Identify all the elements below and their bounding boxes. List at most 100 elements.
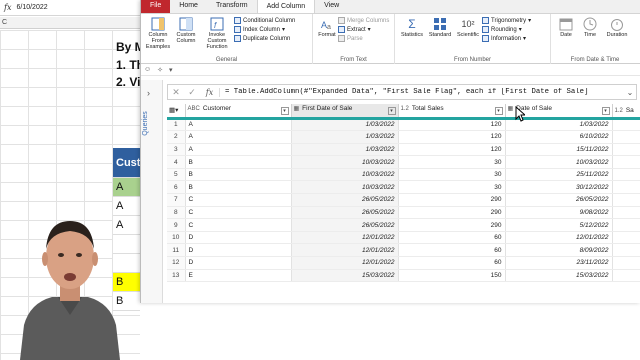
row-number[interactable]: 8 xyxy=(167,206,186,220)
cell-customer[interactable]: C xyxy=(185,193,292,207)
cell-first-date[interactable]: 1/03/2022 xyxy=(291,130,399,144)
tab-transform[interactable]: Transform xyxy=(207,0,257,13)
parse-button[interactable]: Parse xyxy=(338,35,389,42)
tab-add-column[interactable]: Add Column xyxy=(256,0,316,13)
table-menu-button[interactable]: ▦▾ xyxy=(167,104,186,120)
cell-sales[interactable] xyxy=(612,193,640,207)
cell-first-date[interactable]: 26/05/2022 xyxy=(291,206,399,220)
cell-total-sales[interactable]: 150 xyxy=(398,269,506,283)
cell-customer[interactable]: D xyxy=(185,231,292,245)
cell-sales[interactable] xyxy=(612,269,640,283)
cell-total-sales[interactable]: 120 xyxy=(398,143,506,157)
row-number[interactable]: 7 xyxy=(167,193,186,207)
cell-sales[interactable] xyxy=(612,180,640,195)
excel-formula-bar[interactable]: fx 6/10/2022 xyxy=(0,0,140,16)
extract-button[interactable]: Extract ▾ xyxy=(338,26,389,33)
cell-date-of-sale[interactable]: 25/11/2022 xyxy=(505,168,613,182)
index-column-button[interactable]: Index Column ▾ xyxy=(234,26,295,33)
table-row[interactable]: 11 D 12/01/2022 60 8/09/2022 xyxy=(167,243,640,258)
column-header-customer[interactable]: ABC Customer ▾ xyxy=(185,104,292,120)
cell-sales[interactable] xyxy=(612,143,640,157)
table-row[interactable]: 6 B 10/03/2022 30 30/12/2022 xyxy=(167,180,640,195)
fx-icon[interactable]: fx xyxy=(200,87,220,97)
cell-sales[interactable] xyxy=(612,168,640,182)
cell-total-sales[interactable]: 120 xyxy=(398,118,506,132)
table-row[interactable]: 10 D 12/01/2022 60 12/01/2022 xyxy=(167,231,640,245)
cell-customer[interactable]: D xyxy=(185,256,292,270)
cell-total-sales[interactable]: 290 xyxy=(398,206,506,220)
cell-customer[interactable]: C xyxy=(185,206,292,220)
tab-file[interactable]: File xyxy=(141,0,171,13)
conditional-column-button[interactable]: Conditional Column xyxy=(234,17,295,24)
cell-date-of-sale[interactable]: 10/03/2022 xyxy=(505,155,613,169)
cell-first-date[interactable]: 15/03/2022 xyxy=(291,269,399,283)
cell-date-of-sale[interactable]: 9/08/2022 xyxy=(505,206,613,220)
cell-first-date[interactable]: 10/03/2022 xyxy=(291,180,399,195)
information-button[interactable]: Information ▾ xyxy=(482,35,531,42)
cell-date-of-sale[interactable]: 12/01/2022 xyxy=(505,231,613,245)
smiley-icon[interactable]: ☺ xyxy=(144,66,151,73)
cell-first-date[interactable]: 26/05/2022 xyxy=(291,218,399,232)
chevron-down-icon[interactable]: ⌄ xyxy=(624,88,636,97)
cell-customer[interactable]: C xyxy=(185,218,292,232)
cell-total-sales[interactable]: 30 xyxy=(398,155,506,169)
tab-view[interactable]: View xyxy=(315,0,348,13)
cell-first-date[interactable]: 12/01/2022 xyxy=(291,256,399,270)
table-row[interactable]: 3 A 1/03/2022 120 15/11/2022 xyxy=(167,143,640,157)
cell-total-sales[interactable]: 120 xyxy=(398,130,506,144)
formula-input[interactable]: = Table.AddColumn(#"Expanded Data", "Fir… xyxy=(220,88,624,96)
tab-home[interactable]: Home xyxy=(170,0,207,13)
cell-date-of-sale[interactable]: 23/11/2022 xyxy=(505,256,613,270)
column-header-first-date-of-sale[interactable]: ▦ First Date of Sale ▾ xyxy=(291,104,399,120)
cell-sales[interactable] xyxy=(612,256,640,270)
cell-first-date[interactable]: 1/03/2022 xyxy=(291,118,399,132)
table-row[interactable]: 2 A 1/03/2022 120 6/10/2022 xyxy=(167,130,640,144)
cell-total-sales[interactable]: 290 xyxy=(398,193,506,207)
cancel-icon[interactable]: ✕ xyxy=(168,87,184,98)
customize-qat-icon[interactable]: ▾ xyxy=(169,66,173,74)
filter-dropdown-icon[interactable]: ▾ xyxy=(601,107,610,115)
cell-first-date[interactable]: 12/01/2022 xyxy=(291,243,399,258)
table-row[interactable]: 4 B 10/03/2022 30 10/03/2022 xyxy=(167,155,640,169)
cell-total-sales[interactable]: 30 xyxy=(398,168,506,182)
table-row[interactable]: 5 B 10/03/2022 30 25/11/2022 xyxy=(167,168,640,182)
chevron-right-icon[interactable]: › xyxy=(147,88,150,98)
cell-sales[interactable] xyxy=(612,243,640,258)
cell-date-of-sale[interactable]: 6/10/2022 xyxy=(505,130,613,144)
cell-customer[interactable]: A xyxy=(185,118,292,132)
merge-columns-button[interactable]: Merge Columns xyxy=(338,17,389,24)
cell-first-date[interactable]: 26/05/2022 xyxy=(291,193,399,207)
rounding-button[interactable]: Rounding ▾ xyxy=(482,26,531,33)
cell-total-sales[interactable]: 30 xyxy=(398,180,506,195)
excel-table-header[interactable]: Cust xyxy=(113,148,140,178)
cell-total-sales[interactable]: 290 xyxy=(398,218,506,232)
row-number[interactable]: 6 xyxy=(167,180,186,195)
cell-customer[interactable]: A xyxy=(185,130,292,144)
cell-date-of-sale[interactable]: 5/12/2022 xyxy=(505,218,613,232)
row-number[interactable]: 5 xyxy=(167,168,186,182)
cell-sales[interactable] xyxy=(612,130,640,144)
row-number[interactable]: 1 xyxy=(167,118,186,132)
table-row[interactable]: 9 C 26/05/2022 290 5/12/2022 xyxy=(167,218,640,232)
cell-first-date[interactable]: 1/03/2022 xyxy=(291,143,399,157)
row-number[interactable]: 10 xyxy=(167,231,186,245)
table-row[interactable]: 8 C 26/05/2022 290 9/08/2022 xyxy=(167,206,640,220)
check-icon[interactable]: ✓ xyxy=(184,87,200,98)
cell-total-sales[interactable]: 60 xyxy=(398,243,506,258)
duplicate-column-button[interactable]: Duplicate Column xyxy=(234,35,295,42)
cell-total-sales[interactable]: 60 xyxy=(398,231,506,245)
cell-date-of-sale[interactable]: 30/12/2022 xyxy=(505,180,613,195)
column-header-sales[interactable]: 1.2 Sa xyxy=(612,104,640,120)
cell-customer[interactable]: B xyxy=(185,155,292,169)
cell-date-of-sale[interactable]: 15/03/2022 xyxy=(505,269,613,283)
filter-dropdown-icon[interactable]: ▾ xyxy=(494,107,503,115)
cell-total-sales[interactable]: 60 xyxy=(398,256,506,270)
cell-sales[interactable] xyxy=(612,231,640,245)
cell-customer[interactable]: A xyxy=(185,143,292,157)
excel-column-header-c[interactable]: C xyxy=(0,17,140,29)
cell-sales[interactable] xyxy=(612,155,640,169)
table-row[interactable]: 1 A 1/03/2022 120 1/03/2022 xyxy=(167,118,640,132)
cell-customer[interactable]: E xyxy=(185,269,292,283)
row-number[interactable]: 9 xyxy=(167,218,186,232)
cell-sales[interactable] xyxy=(612,118,640,132)
